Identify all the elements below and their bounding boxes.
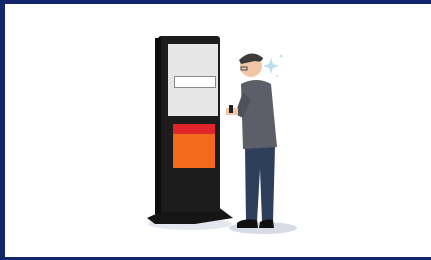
alert-line-1 — [172, 147, 214, 152]
alert-line-3 — [172, 159, 214, 164]
kiosk-illustration — [147, 36, 297, 234]
image-frame — [0, 0, 431, 260]
phone-icon — [229, 105, 233, 113]
alert-line-2 — [172, 153, 214, 158]
kiosk-icon — [147, 36, 233, 224]
alert-title — [170, 131, 216, 140]
confusion-sparkle-icon — [263, 54, 283, 77]
person-icon — [226, 53, 283, 228]
kiosk-screen-label — [174, 76, 216, 88]
